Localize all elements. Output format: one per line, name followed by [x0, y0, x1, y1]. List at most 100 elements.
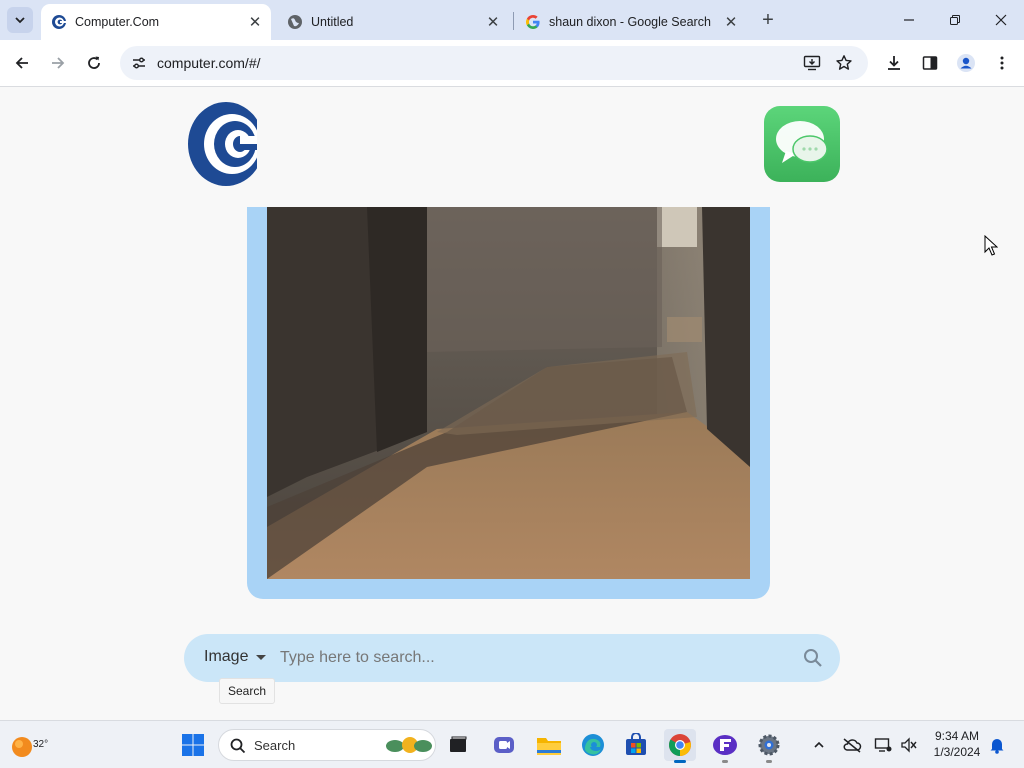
notifications-button[interactable] [984, 729, 1010, 761]
search-tooltip: Search [219, 678, 276, 704]
tab-search-button[interactable] [7, 7, 33, 33]
folder-icon [537, 738, 561, 755]
taskbar-clock[interactable]: 9:34 AM 1/3/2024 [926, 728, 988, 760]
close-tab-icon[interactable]: ✕ [721, 12, 741, 32]
tab-strip: Computer.Com ✕ Untitled ✕ shaun dixon - … [0, 0, 1024, 40]
tab-google-search[interactable]: shaun dixon - Google Search ✕ [515, 4, 747, 40]
arrow-left-icon [15, 57, 28, 69]
weather-temperature: 32° [33, 739, 49, 750]
chevron-up-icon [814, 741, 824, 748]
running-app-indicator [722, 760, 728, 763]
close-window-button[interactable] [978, 0, 1024, 40]
tab-separator [513, 12, 514, 30]
network-icon [874, 738, 892, 752]
site-info-icon[interactable] [127, 51, 151, 75]
forward-button[interactable] [44, 49, 72, 77]
search-button[interactable] [801, 646, 825, 670]
caret-down-icon [256, 654, 267, 660]
close-icon [995, 14, 1007, 26]
running-app-indicator [766, 760, 772, 763]
tab-untitled[interactable]: Untitled ✕ [277, 4, 509, 40]
chrome-icon [669, 734, 691, 756]
generated-image[interactable] [267, 207, 750, 579]
menu-button[interactable] [988, 49, 1016, 77]
clock-time: 9:34 AM [934, 729, 980, 743]
clock-date: 1/3/2024 [933, 745, 981, 759]
gear-icon [758, 734, 780, 756]
cloud-offline-icon [843, 738, 862, 753]
google-g-icon [525, 14, 541, 30]
new-tab-button[interactable]: + [757, 9, 779, 31]
minimize-button[interactable] [886, 0, 932, 40]
bookmark-star-icon[interactable] [832, 51, 856, 75]
restore-button[interactable] [932, 0, 978, 40]
task-view-button[interactable] [442, 729, 474, 761]
settings-button[interactable] [753, 729, 785, 763]
app-f-icon [713, 735, 737, 755]
edge-browser-button[interactable] [577, 729, 609, 761]
arrow-right-icon [52, 57, 65, 69]
task-view-icon [450, 736, 467, 752]
mouse-cursor-icon [984, 235, 998, 256]
url-text: computer.com/#/ [157, 55, 261, 71]
taskbar: 32° Search 9:34 AM 1/3/2024 [0, 720, 1024, 768]
computer-com-favicon [51, 14, 67, 30]
speaker-muted-icon [901, 737, 917, 753]
messages-app-button[interactable] [764, 106, 840, 182]
teams-chat-icon [494, 737, 514, 753]
bell-icon [990, 739, 1004, 754]
computer-com-logo[interactable] [188, 102, 266, 186]
reload-button[interactable] [80, 49, 108, 77]
side-panel-icon [922, 56, 938, 70]
back-button[interactable] [8, 49, 36, 77]
teams-chat-button[interactable] [488, 729, 520, 761]
download-icon [888, 56, 900, 70]
volume-button[interactable] [896, 729, 922, 761]
edge-icon [582, 734, 604, 756]
search-bar: Image [184, 634, 840, 682]
browser-toolbar: computer.com/#/ [0, 40, 1024, 87]
tab-title: Untitled [311, 15, 354, 29]
onedrive-status-button[interactable] [838, 729, 866, 761]
page-content: Image Search [0, 88, 1024, 720]
taskbar-search-label: Search [254, 738, 296, 753]
downloads-button[interactable] [880, 49, 908, 77]
search-icon [804, 649, 822, 667]
address-bar[interactable]: computer.com/#/ [120, 46, 868, 80]
reload-icon [88, 56, 100, 69]
microsoft-store-button[interactable] [620, 729, 652, 761]
search-icon [230, 738, 246, 754]
search-mode-dropdown[interactable]: Image [204, 648, 267, 666]
side-panel-button[interactable] [916, 49, 944, 77]
search-mode-label: Image [204, 648, 249, 665]
profile-button[interactable] [952, 49, 980, 77]
chat-bubble-icon [776, 121, 828, 163]
search-input[interactable] [280, 646, 780, 670]
chevron-down-icon [15, 17, 25, 24]
install-app-icon[interactable] [800, 51, 824, 75]
more-vertical-icon [1000, 56, 1004, 70]
close-tab-icon[interactable]: ✕ [483, 12, 503, 32]
tab-title: shaun dixon - Google Search [549, 15, 711, 29]
profile-avatar-icon [957, 54, 975, 72]
show-hidden-icons-button[interactable] [806, 729, 832, 761]
start-button[interactable] [177, 729, 209, 761]
chrome-button[interactable] [664, 729, 696, 763]
active-app-indicator [674, 760, 686, 763]
restore-icon [950, 15, 960, 25]
file-explorer-button[interactable] [533, 729, 565, 761]
app-f-button[interactable] [709, 729, 741, 763]
globe-icon [287, 14, 303, 30]
store-icon [626, 733, 646, 755]
image-result-frame [247, 207, 770, 599]
close-tab-icon[interactable]: ✕ [245, 12, 265, 32]
sun-weather-icon [12, 737, 32, 757]
windows-logo-icon [182, 734, 204, 756]
tab-computer-com[interactable]: Computer.Com ✕ [41, 4, 271, 40]
tab-title: Computer.Com [75, 15, 160, 29]
minimize-icon [904, 19, 914, 21]
weather-widget[interactable]: 32° [10, 731, 48, 761]
network-button[interactable] [870, 729, 896, 761]
search-highlight-icon [386, 737, 432, 753]
taskbar-search[interactable]: Search [218, 729, 436, 761]
